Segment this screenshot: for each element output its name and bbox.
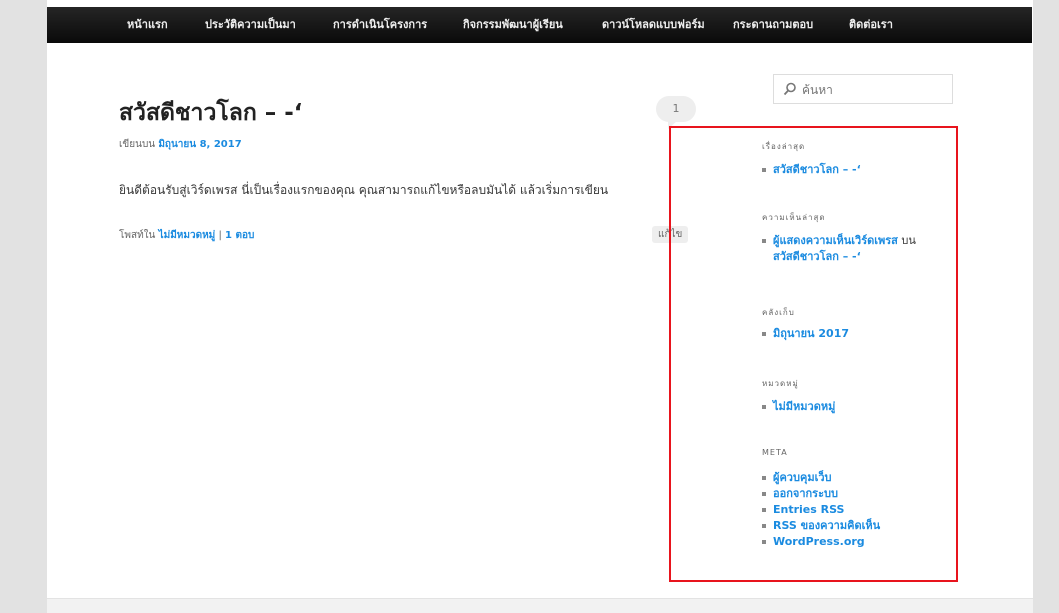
recent-comments-title: ความเห็นล่าสุด: [762, 213, 826, 222]
bullet-icon: [762, 508, 766, 512]
bullet-icon: [762, 492, 766, 496]
post-date-link[interactable]: มิถุนายน 8, 2017: [158, 139, 241, 150]
meta-list: ผู้ควบคุมเว็บ ออกจากระบบ Entries RSS RSS…: [762, 470, 880, 550]
footer-bar: [47, 598, 1033, 613]
list-item: ผู้ควบคุมเว็บ: [762, 470, 880, 486]
category-link[interactable]: ไม่มีหมวดหมู่: [159, 230, 216, 241]
archives-list: มิถุนายน 2017: [762, 326, 849, 342]
archives-title: คลังเก็บ: [762, 308, 795, 317]
post-title[interactable]: สวัสดีชาวโลก – -‘: [119, 95, 303, 131]
recent-comments-list: ผู้แสดงความเห็นเวิร์ดเพรส บน สวัสดีชาวโล…: [762, 233, 916, 265]
meta-title: META: [762, 448, 788, 457]
search-input[interactable]: [800, 79, 952, 101]
list-item: ไม่มีหมวดหมู่: [762, 399, 835, 415]
nav-item-home[interactable]: หน้าแรก: [127, 7, 168, 43]
bullet-icon: [762, 332, 766, 336]
meta-site-admin-link[interactable]: ผู้ควบคุมเว็บ: [773, 471, 832, 484]
recent-posts-list: สวัสดีชาวโลก – -‘: [762, 162, 861, 178]
footer-separator: |: [218, 230, 222, 241]
bullet-icon: [762, 168, 766, 172]
bullet-icon: [762, 476, 766, 480]
nav-item-projects[interactable]: การดำเนินโครงการ: [333, 7, 427, 43]
recent-post-link[interactable]: สวัสดีชาวโลก – -‘: [773, 163, 861, 176]
post-meta: เขียนบน มิถุนายน 8, 2017: [119, 137, 242, 152]
reply-link[interactable]: 1 ตอบ: [225, 230, 254, 241]
post-content: ยินดีต้อนรับสู่เวิร์ดเพรส นี่เป็นเรื่องแ…: [119, 183, 609, 197]
meta-entries-rss-link[interactable]: Entries RSS: [773, 503, 844, 516]
nav-item-download-forms[interactable]: ดาวน์โหลดแบบฟอร์ม: [602, 7, 705, 43]
bullet-icon: [762, 524, 766, 528]
meta-wordpress-org-link[interactable]: WordPress.org: [773, 535, 865, 548]
list-item: สวัสดีชาวโลก – -‘: [762, 162, 861, 178]
list-item: Entries RSS: [762, 502, 880, 518]
main-navigation: หน้าแรก ประวัติความเป็นมา การดำเนินโครงก…: [47, 7, 1032, 43]
bullet-icon: [762, 239, 766, 243]
category-sidebar-link[interactable]: ไม่มีหมวดหมู่: [773, 400, 835, 413]
categories-list: ไม่มีหมวดหมู่: [762, 399, 835, 415]
post-footer: โพสท์ใน ไม่มีหมวดหมู่ | 1 ตอบ: [119, 228, 254, 243]
search-icon: [783, 82, 796, 96]
list-item: ผู้แสดงความเห็นเวิร์ดเพรส บน สวัสดีชาวโล…: [762, 233, 916, 265]
comment-author-link[interactable]: ผู้แสดงความเห็นเวิร์ดเพรส: [773, 234, 898, 247]
search-box[interactable]: [773, 74, 953, 104]
bullet-icon: [762, 405, 766, 409]
bullet-icon: [762, 540, 766, 544]
archive-link[interactable]: มิถุนายน 2017: [773, 327, 849, 340]
posted-on-label: เขียนบน: [119, 139, 156, 150]
nav-item-activities[interactable]: กิจกรรมพัฒนาผู้เรียน: [463, 7, 563, 43]
nav-item-qa-board[interactable]: กระดานถามตอบ: [733, 7, 813, 43]
nav-item-history[interactable]: ประวัติความเป็นมา: [205, 7, 296, 43]
posted-in-label: โพสท์ใน: [119, 230, 156, 241]
comment-post-link[interactable]: สวัสดีชาวโลก – -‘: [773, 250, 861, 263]
list-item: RSS ของความคิดเห็น: [762, 518, 880, 534]
meta-logout-link[interactable]: ออกจากระบบ: [773, 487, 838, 500]
comment-count-bubble[interactable]: 1: [656, 96, 696, 129]
list-item: มิถุนายน 2017: [762, 326, 849, 342]
comment-on-label: บน: [901, 234, 916, 247]
meta-comments-rss-link[interactable]: RSS ของความคิดเห็น: [773, 519, 880, 532]
list-item: ออกจากระบบ: [762, 486, 880, 502]
categories-title: หมวดหมู่: [762, 379, 799, 388]
comment-count: 1: [672, 102, 680, 115]
list-item: WordPress.org: [762, 534, 880, 550]
recent-posts-title: เรื่องล่าสุด: [762, 142, 806, 151]
nav-item-contact[interactable]: ติดต่อเรา: [849, 7, 893, 43]
